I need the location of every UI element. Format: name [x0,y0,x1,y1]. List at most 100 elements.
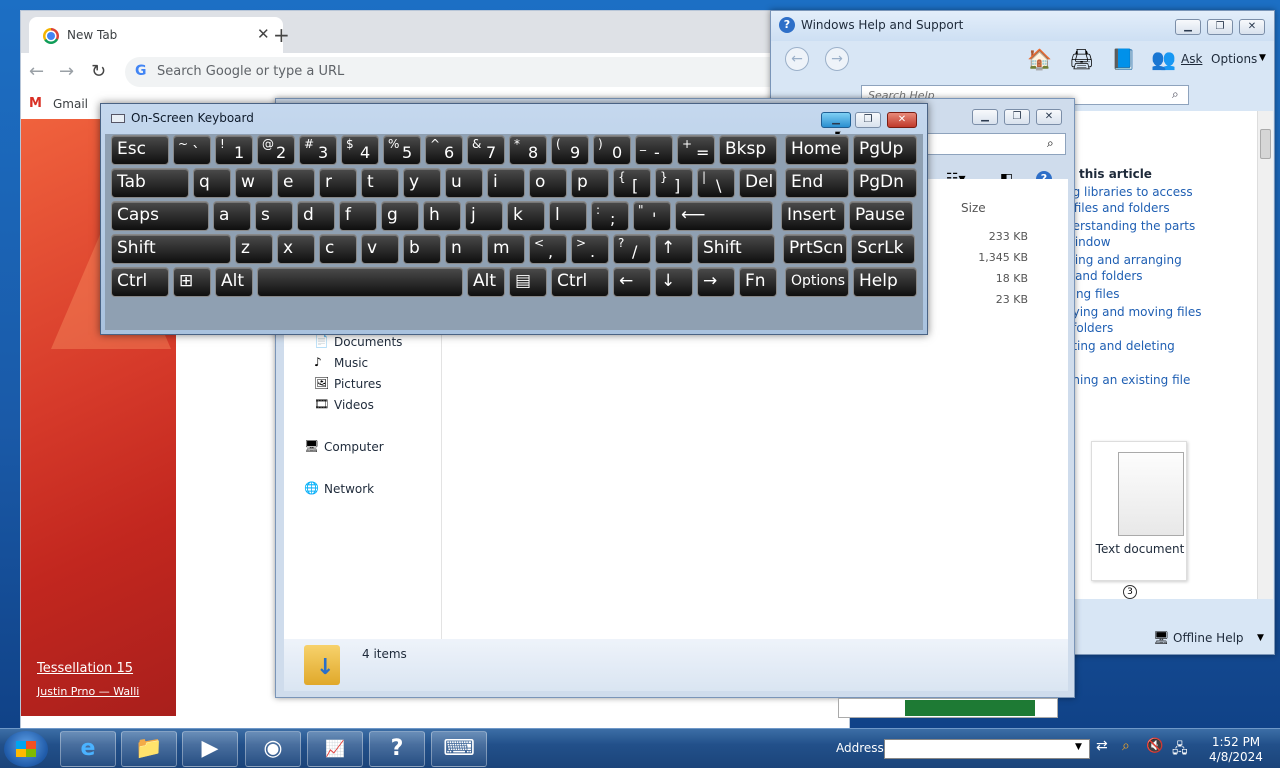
key-b[interactable]: b [403,234,441,264]
key-shift[interactable]: Shift [111,234,231,264]
column-header-size[interactable]: Size [961,201,986,215]
key-symbol[interactable]: ? / [613,234,651,264]
key-help[interactable]: Help [853,267,917,297]
article-link[interactable]: s and folders [1065,269,1143,283]
key-h[interactable]: h [423,201,461,231]
key-symbol[interactable]: :; [591,201,629,231]
key-z[interactable]: z [235,234,273,264]
key-pgup[interactable]: PgUp [853,135,917,165]
key-alt[interactable]: Alt [215,267,253,297]
restore-button[interactable]: ❐ [1004,109,1030,125]
nav-computer[interactable]: Computer [324,440,384,454]
omnibox[interactable]: G Search Google or type a URL [125,57,845,87]
help-scrollbar[interactable] [1257,111,1273,599]
file-explorer-icon[interactable]: 📁 [121,731,177,767]
key-tab[interactable]: Tab [111,168,189,198]
wallpaper-author-link[interactable]: Justin Prno — Walli [37,685,139,698]
home-icon[interactable]: 🏠 [1027,47,1052,71]
media-player-icon[interactable]: ▶ [182,731,238,767]
nav-music[interactable]: Music [334,356,368,370]
key-ctrl[interactable]: Ctrl [551,267,609,297]
key-f[interactable]: f [339,201,377,231]
key-insert[interactable]: Insert [781,201,845,231]
close-button[interactable]: ✕ [887,112,917,128]
close-button[interactable]: ✕ [1239,19,1265,35]
nav-videos[interactable]: Videos [334,398,374,412]
reload-icon[interactable]: ↻ [91,61,106,82]
key-symbol[interactable]: + = [677,135,715,165]
key-symbol[interactable]: " ' [633,201,671,231]
key-symbol[interactable]: }] [655,168,693,198]
key-caps[interactable]: Caps [111,201,209,231]
key-k[interactable]: k [507,201,545,231]
clock[interactable]: 1:52 PM 4/8/2024 [1208,735,1264,765]
options-menu[interactable]: Options [1211,52,1257,66]
close-button[interactable]: ✕ [1036,109,1062,125]
internet-explorer-icon[interactable]: e [60,731,116,767]
key-3[interactable]: #3 [299,135,337,165]
article-link[interactable]: r files and folders [1065,201,1170,215]
key-home[interactable]: Home [785,135,849,165]
key-symbol[interactable]: | \ [697,168,735,198]
key-shift[interactable]: Shift [697,234,775,264]
chrome-taskbar-icon[interactable]: ◉ [245,731,301,767]
key-symbol[interactable]: {[ [613,168,651,198]
restore-button[interactable]: ❐ [855,112,881,128]
new-tab-button[interactable]: + [273,23,290,47]
minimize-button[interactable]: ▁ [1175,19,1201,35]
address-field[interactable]: ▼ [884,739,1090,759]
help-taskbar-icon[interactable]: ? [369,731,425,767]
key-d[interactable]: d [297,201,335,231]
key-n[interactable]: n [445,234,483,264]
key-9[interactable]: (9 [551,135,589,165]
search-icon[interactable]: ⌕ [1122,738,1130,754]
key-7[interactable]: & 7 [467,135,505,165]
key-symbol[interactable]: ~ ` [173,135,211,165]
chevron-down-icon[interactable]: ▼ [1075,742,1082,752]
explorer-search-field[interactable]: ⌕ [926,133,1066,155]
print-icon[interactable]: 🖨 [1069,47,1094,71]
key-symbol[interactable]: ← [613,267,651,297]
nav-pictures[interactable]: Pictures [334,377,382,391]
key-a[interactable]: a [213,201,251,231]
key-ctrl[interactable]: Ctrl [111,267,169,297]
key-esc[interactable]: Esc [111,135,169,165]
volume-muted-icon[interactable]: 🔇 [1146,738,1163,754]
article-link[interactable]: ating and deleting [1065,339,1175,353]
article-link[interactable]: pying and moving files [1065,305,1202,319]
key-alt[interactable]: Alt [467,267,505,297]
scroll-thumb[interactable] [1260,129,1271,159]
key-8[interactable]: * 8 [509,135,547,165]
key-scrlk[interactable]: ScrLk [851,234,915,264]
key-symbol[interactable]: → [697,267,735,297]
key-end[interactable]: End [785,168,849,198]
ask-button[interactable]: Ask [1181,52,1202,66]
key-fn[interactable]: Fn [739,267,777,297]
key-symbol[interactable]: >. [571,234,609,264]
key-0[interactable]: ) 0 [593,135,631,165]
article-link[interactable]: ng libraries to access [1065,185,1193,199]
wallpaper-title-link[interactable]: Tessellation 15 [37,661,133,676]
article-link[interactable]: wing and arranging [1065,253,1182,267]
key-6[interactable]: ^ 6 [425,135,463,165]
key-symbol[interactable]: ⟵ [675,201,773,231]
key-symbol[interactable]: ↓ [655,267,693,297]
key-2[interactable]: @2 [257,135,295,165]
key-s[interactable]: s [255,201,293,231]
key-symbol[interactable]: ⊞ [173,267,211,297]
minimize-button[interactable]: ▁ [972,109,998,125]
search-icon[interactable]: ⌕ [1172,87,1179,102]
key-5[interactable]: % 5 [383,135,421,165]
key-1[interactable]: ! 1 [215,135,253,165]
key-space[interactable] [257,267,463,297]
key-x[interactable]: x [277,234,315,264]
key-u[interactable]: u [445,168,483,198]
key-pause[interactable]: Pause [849,201,913,231]
key-j[interactable]: j [465,201,503,231]
back-icon[interactable]: ← [785,47,809,71]
key-l[interactable]: l [549,201,587,231]
go-icon[interactable]: ⇄ [1096,738,1108,754]
nav-documents[interactable]: Documents [334,335,402,349]
key-symbol[interactable]: <, [529,234,567,264]
bookmark-gmail[interactable]: Gmail [53,97,88,111]
